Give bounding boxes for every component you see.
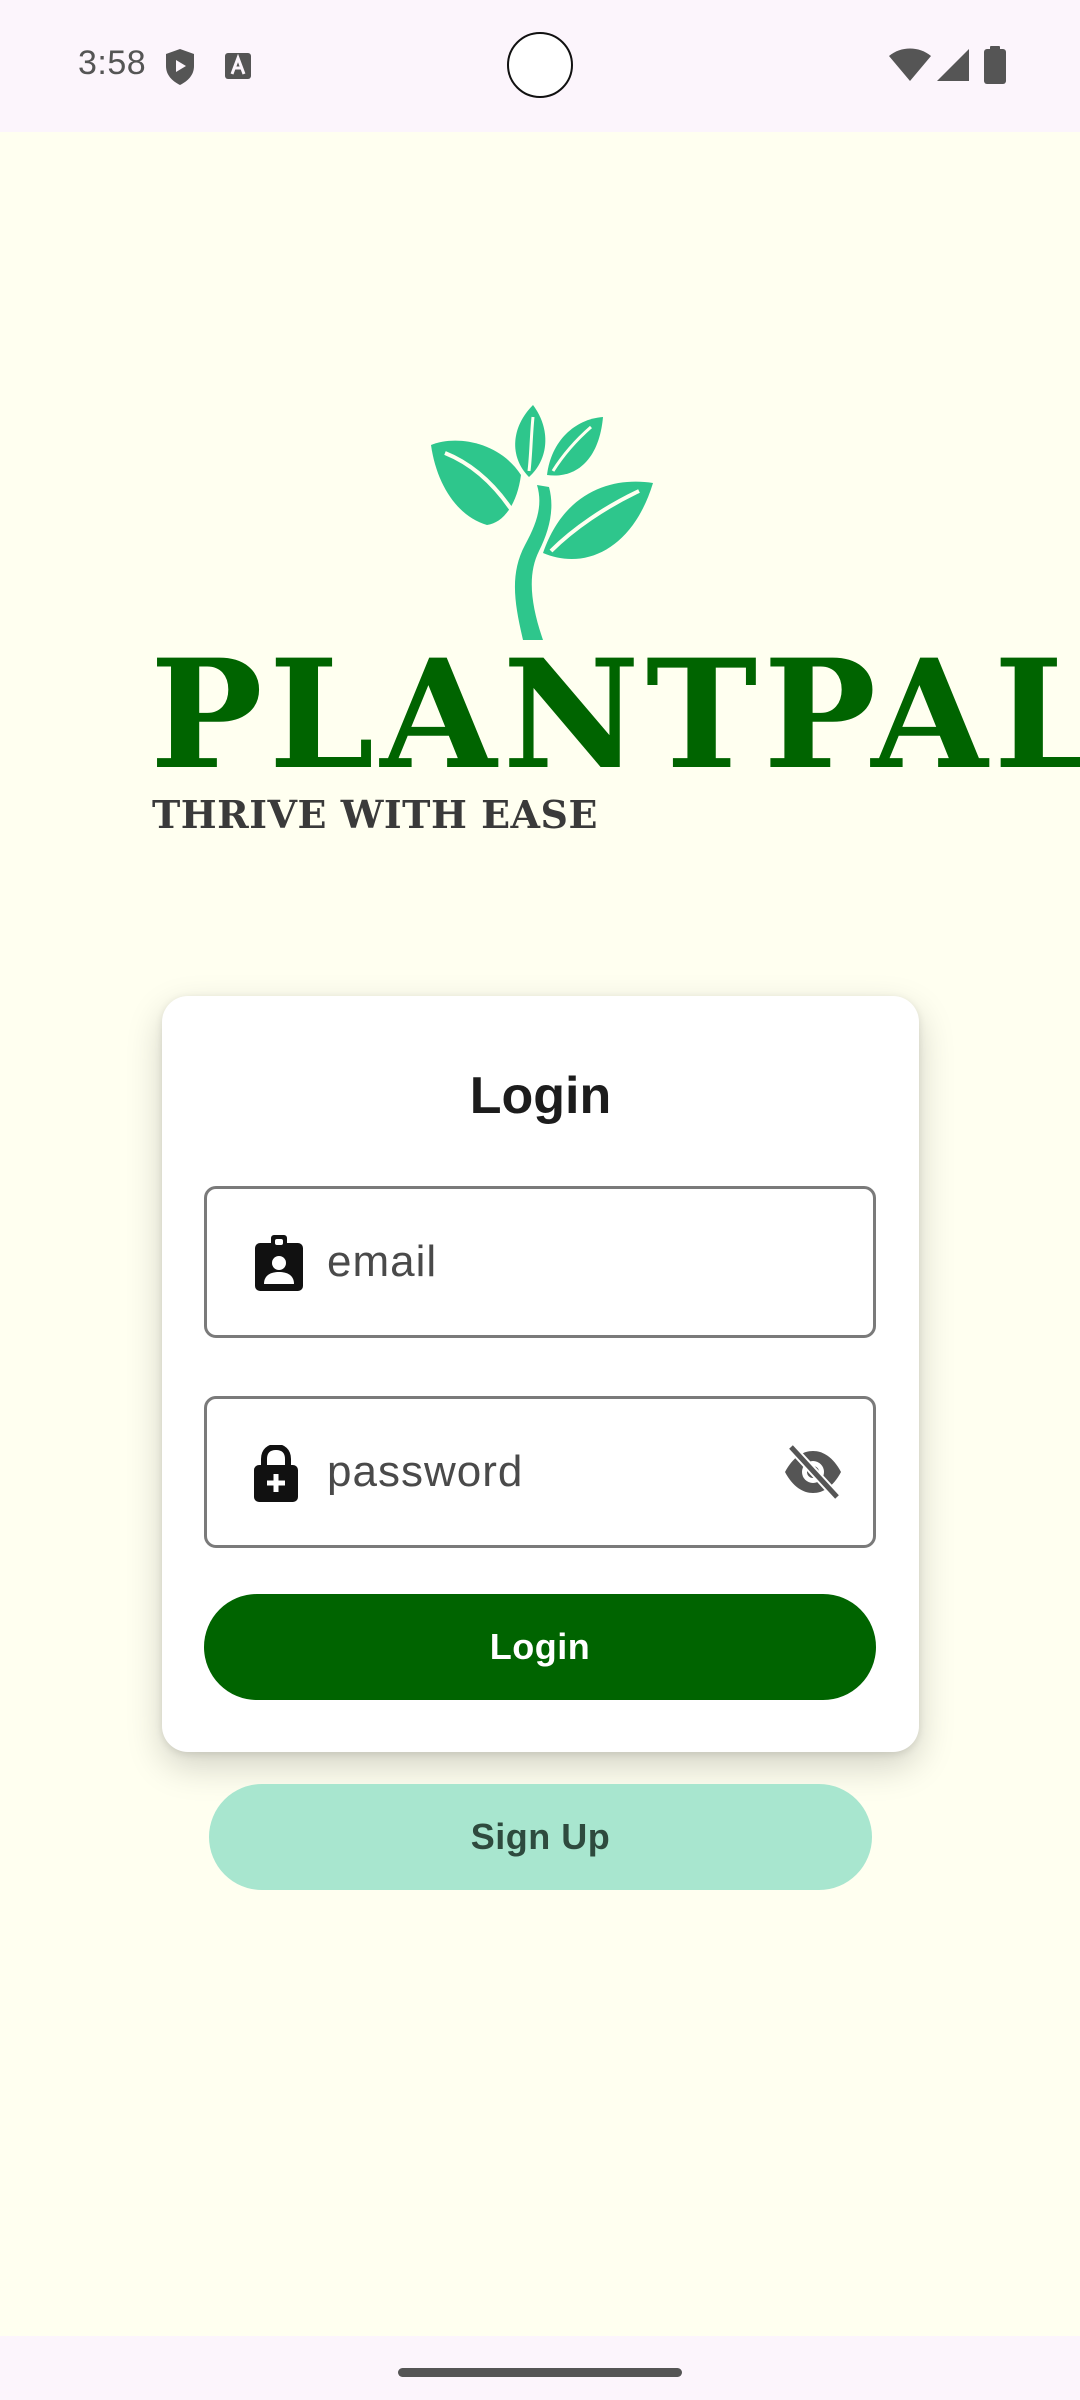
plant-sprout-icon	[425, 405, 655, 650]
lock-plus-icon	[253, 1443, 299, 1508]
eye-off-icon[interactable]	[783, 1443, 843, 1504]
login-card: Login email Login	[162, 996, 919, 1752]
brand-tagline: THRIVE WITH EASE	[152, 792, 598, 837]
login-button[interactable]: Login	[204, 1594, 876, 1700]
status-bar: 3:58	[0, 0, 1080, 132]
email-input[interactable]	[327, 1219, 767, 1305]
password-field[interactable]	[204, 1396, 876, 1548]
wifi-icon	[888, 48, 932, 87]
home-gesture-handle[interactable]	[398, 2368, 682, 2377]
battery-icon	[984, 46, 1006, 89]
text-a-icon	[224, 52, 252, 85]
badge-person-icon	[253, 1235, 305, 1298]
status-time: 3:58	[78, 44, 147, 82]
password-input[interactable]	[327, 1429, 767, 1515]
brand-wordmark: PLANTPAL	[150, 627, 1080, 803]
signup-button[interactable]: Sign Up	[209, 1784, 872, 1890]
login-title: Login	[469, 1067, 612, 1125]
email-field[interactable]	[204, 1186, 876, 1338]
navigation-bar	[0, 2336, 1080, 2400]
signal-icon	[936, 48, 970, 87]
shield-play-icon	[164, 48, 196, 91]
front-camera	[507, 32, 573, 98]
